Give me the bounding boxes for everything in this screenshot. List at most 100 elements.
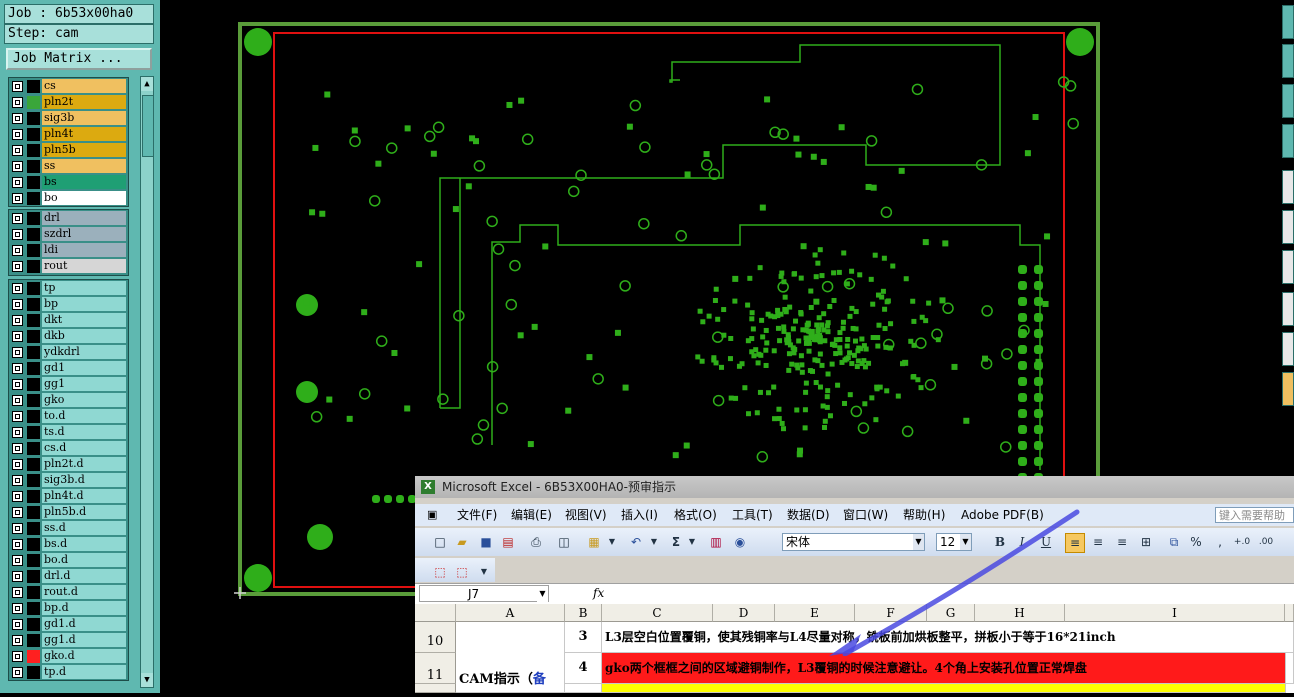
layer-name[interactable]: gd1 bbox=[42, 361, 126, 375]
excel-title-bar[interactable]: X Microsoft Excel - 6B53X00HA0-预审指示 bbox=[415, 476, 1294, 498]
layer-checkbox[interactable] bbox=[12, 113, 23, 124]
layer-checkbox[interactable] bbox=[12, 363, 23, 374]
menu-file[interactable]: 文件(F) bbox=[457, 504, 497, 526]
layer-affected-marker[interactable] bbox=[27, 346, 40, 359]
layer-affected-marker[interactable] bbox=[27, 602, 40, 615]
layer-checkbox[interactable] bbox=[12, 635, 23, 646]
layer-checkbox[interactable] bbox=[12, 299, 23, 310]
layer-row-pln2t-d[interactable]: pln2t.d bbox=[9, 457, 128, 472]
layer-affected-marker[interactable] bbox=[27, 128, 40, 141]
layer-affected-marker[interactable] bbox=[27, 244, 40, 257]
layer-name[interactable]: drl.d bbox=[42, 569, 126, 583]
name-box[interactable]: J7 ▼ bbox=[419, 585, 549, 602]
layer-affected-marker[interactable] bbox=[27, 410, 40, 423]
decrease-decimal-icon[interactable]: .00 bbox=[1257, 533, 1275, 551]
row-header-10[interactable]: 10 bbox=[415, 622, 456, 653]
layer-checkbox[interactable] bbox=[12, 81, 23, 92]
layer-name[interactable]: gd1.d bbox=[42, 617, 126, 631]
layer-affected-marker[interactable] bbox=[27, 538, 40, 551]
layer-row-rout[interactable]: rout bbox=[9, 259, 128, 274]
layer-checkbox[interactable] bbox=[12, 491, 23, 502]
scroll-down-icon[interactable]: ▼ bbox=[141, 673, 153, 687]
layer-checkbox[interactable] bbox=[12, 193, 23, 204]
layer-row-ldi[interactable]: ldi bbox=[9, 243, 128, 258]
layer-row-drl[interactable]: drl bbox=[9, 211, 128, 226]
layer-name[interactable]: gko.d bbox=[42, 649, 126, 663]
layer-name[interactable]: gg1.d bbox=[42, 633, 126, 647]
name-box-dropdown-icon[interactable]: ▼ bbox=[537, 586, 548, 602]
cell-c12[interactable] bbox=[602, 684, 1286, 693]
layer-row-rout-d[interactable]: rout.d bbox=[9, 585, 128, 600]
tool-zoom-icon[interactable] bbox=[1282, 44, 1294, 78]
help-icon[interactable]: ◉ bbox=[731, 533, 749, 551]
layer-checkbox[interactable] bbox=[12, 379, 23, 390]
menu-format[interactable]: 格式(O) bbox=[674, 504, 717, 526]
pdf-attach-icon[interactable]: ⬚ bbox=[453, 563, 471, 581]
layer-affected-marker[interactable] bbox=[27, 330, 40, 343]
menu-insert[interactable]: 插入(I) bbox=[621, 504, 658, 526]
new-icon[interactable]: □ bbox=[431, 533, 449, 551]
layer-name[interactable]: pln4t bbox=[42, 127, 126, 141]
tool-fit-icon[interactable] bbox=[1282, 124, 1294, 158]
layer-row-bs[interactable]: bs bbox=[9, 175, 128, 190]
layer-row-tp[interactable]: tp bbox=[9, 281, 128, 296]
layer-name[interactable]: dkt bbox=[42, 313, 126, 327]
column-header-next[interactable] bbox=[1285, 604, 1294, 622]
layer-row-bs-d[interactable]: bs.d bbox=[9, 537, 128, 552]
layer-row-pln2t[interactable]: pln2t bbox=[9, 95, 128, 110]
layer-affected-marker[interactable] bbox=[27, 474, 40, 487]
menu-tools[interactable]: 工具(T) bbox=[732, 504, 773, 526]
layer-name[interactable]: gg1 bbox=[42, 377, 126, 391]
layer-affected-marker[interactable] bbox=[27, 212, 40, 225]
layer-affected-marker[interactable] bbox=[27, 522, 40, 535]
layer-checkbox[interactable] bbox=[12, 283, 23, 294]
preview-icon[interactable]: ◫ bbox=[555, 533, 573, 551]
layer-affected-marker[interactable] bbox=[27, 260, 40, 273]
layer-name[interactable]: ss bbox=[42, 159, 126, 173]
layer-affected-marker[interactable] bbox=[27, 176, 40, 189]
layer-name[interactable]: dkb bbox=[42, 329, 126, 343]
menu-edit[interactable]: 编辑(E) bbox=[511, 504, 552, 526]
pdf-convert-icon[interactable]: ⬚ bbox=[431, 563, 449, 581]
layer-name[interactable]: ldi bbox=[42, 243, 126, 257]
chart-wizard-icon[interactable]: ▥ bbox=[707, 533, 725, 551]
tool-edit-icon[interactable] bbox=[1282, 250, 1294, 284]
layer-name[interactable]: bp.d bbox=[42, 601, 126, 615]
align-center-icon[interactable]: ≡ bbox=[1089, 533, 1107, 551]
layer-row-sig3b-d[interactable]: sig3b.d bbox=[9, 473, 128, 488]
layer-affected-marker[interactable] bbox=[27, 394, 40, 407]
layer-row-bp[interactable]: bp bbox=[9, 297, 128, 312]
layer-name[interactable]: pln5b.d bbox=[42, 505, 126, 519]
paste-icon[interactable]: ▦ bbox=[585, 533, 603, 551]
pdf-options-icon[interactable]: ▼ bbox=[475, 563, 493, 581]
layer-row-gg1-d[interactable]: gg1.d bbox=[9, 633, 128, 648]
merge-center-icon[interactable]: ⊞ bbox=[1137, 533, 1155, 551]
layer-name[interactable]: szdrl bbox=[42, 227, 126, 241]
permission-icon[interactable]: ▤ bbox=[499, 533, 517, 551]
paste-dropdown-icon[interactable]: ▼ bbox=[603, 533, 621, 551]
layer-row-cs-d[interactable]: cs.d bbox=[9, 441, 128, 456]
layer-affected-marker[interactable] bbox=[27, 554, 40, 567]
cell-b10[interactable]: 3 bbox=[565, 622, 602, 653]
layer-row-bo[interactable]: bo bbox=[9, 191, 128, 206]
help-search-input[interactable]: 键入需要帮助 bbox=[1215, 507, 1294, 523]
layer-checkbox[interactable] bbox=[12, 245, 23, 256]
layer-name[interactable]: gko bbox=[42, 393, 126, 407]
layer-name[interactable]: tp.d bbox=[42, 665, 126, 679]
layer-name[interactable]: ss.d bbox=[42, 521, 126, 535]
layer-affected-marker[interactable] bbox=[27, 490, 40, 503]
layer-affected-marker[interactable] bbox=[27, 96, 40, 109]
layer-row-bo-d[interactable]: bo.d bbox=[9, 553, 128, 568]
print-icon[interactable]: ⎙ bbox=[527, 533, 545, 551]
layer-checkbox[interactable] bbox=[12, 213, 23, 224]
layer-affected-marker[interactable] bbox=[27, 192, 40, 205]
layer-name[interactable]: bp bbox=[42, 297, 126, 311]
layer-affected-marker[interactable] bbox=[27, 228, 40, 241]
layer-row-gd1[interactable]: gd1 bbox=[9, 361, 128, 376]
layer-checkbox[interactable] bbox=[12, 571, 23, 582]
layer-row-drl-d[interactable]: drl.d bbox=[9, 569, 128, 584]
layer-affected-marker[interactable] bbox=[27, 442, 40, 455]
layer-checkbox[interactable] bbox=[12, 261, 23, 272]
layer-name[interactable]: ydkdrl bbox=[42, 345, 126, 359]
layer-affected-marker[interactable] bbox=[27, 426, 40, 439]
